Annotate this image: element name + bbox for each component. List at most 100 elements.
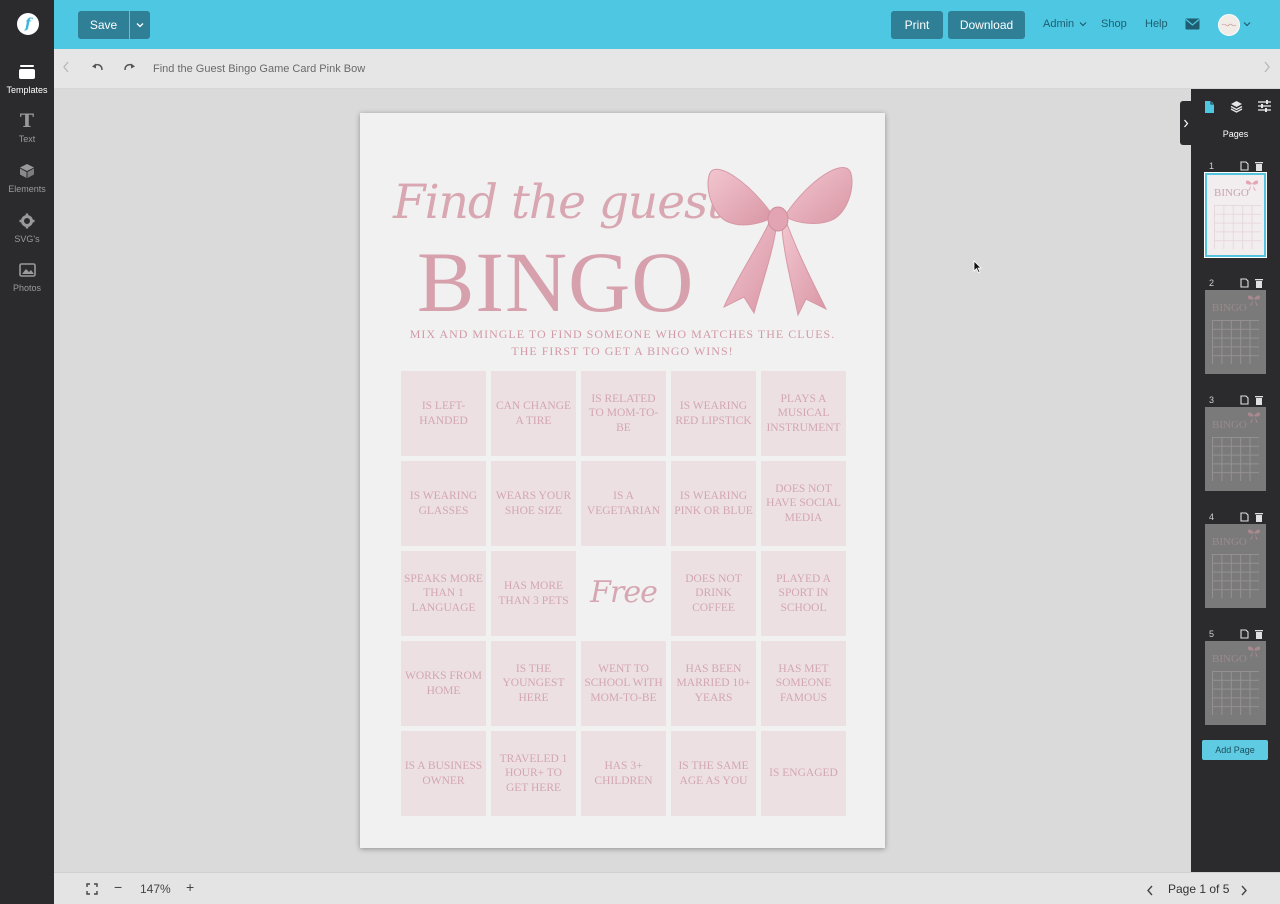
shop-link[interactable]: Shop	[1101, 18, 1127, 30]
sidebar-item-templates[interactable]: Templates	[0, 62, 54, 95]
help-link[interactable]: Help	[1145, 18, 1168, 30]
chevron-right-icon[interactable]	[1263, 61, 1271, 76]
save-options-button[interactable]	[130, 11, 150, 39]
save-button[interactable]: Save	[78, 11, 129, 39]
bingo-cell[interactable]: WORKS FROM HOME	[401, 641, 486, 726]
bingo-cell[interactable]: IS THE YOUNGEST HERE	[491, 641, 576, 726]
thumbnail-grid	[1212, 320, 1259, 364]
bingo-cell[interactable]: PLAYED A SPORT IN SCHOOL	[761, 551, 846, 636]
download-button[interactable]: Download	[948, 11, 1025, 39]
mouse-cursor-icon	[973, 260, 982, 273]
bingo-cell[interactable]: HAS MORE THAN 3 PETS	[491, 551, 576, 636]
bingo-cell[interactable]: WENT TO SCHOOL WITH MOM-TO-BE	[581, 641, 666, 726]
next-page-icon[interactable]	[1240, 883, 1248, 901]
subtitle-line-1[interactable]: MIX AND MINGLE TO FIND SOMEONE WHO MATCH…	[360, 327, 885, 342]
sidebar-item-label: SVG's	[14, 234, 40, 244]
bingo-cell[interactable]: WEARS YOUR SHOE SIZE	[491, 461, 576, 546]
design-page[interactable]: Find the guest BINGO MIX AND MINGLE TO F…	[360, 113, 885, 848]
sidebar-item-label: Templates	[6, 85, 48, 95]
bingo-cell[interactable]: HAS 3+ CHILDREN	[581, 731, 666, 816]
bingo-cell[interactable]: CAN CHANGE A TIRE	[491, 371, 576, 456]
bingo-cell[interactable]: IS THE SAME AGE AS YOU	[671, 731, 756, 816]
trash-icon[interactable]	[1254, 161, 1263, 171]
app-logo[interactable]: f	[17, 13, 39, 35]
mail-icon[interactable]	[1185, 17, 1200, 35]
bingo-cell[interactable]: SPEAKS MORE THAN 1 LANGUAGE	[401, 551, 486, 636]
undo-icon[interactable]	[91, 61, 104, 76]
panel-title: Pages	[1222, 129, 1249, 139]
avatar-image	[1221, 23, 1237, 27]
redo-icon[interactable]	[123, 61, 136, 76]
print-button[interactable]: Print	[891, 11, 943, 39]
thumbnail-grid	[1212, 671, 1259, 715]
thumbnail-title: BINGO	[1212, 536, 1247, 548]
bow-thumbnail-icon	[1245, 180, 1259, 191]
prev-page-icon[interactable]	[1146, 883, 1154, 901]
subtitle-line-2[interactable]: THE FIRST TO GET A BINGO WINS!	[360, 344, 885, 359]
sidebar-item-photos[interactable]: Photos	[0, 260, 54, 293]
bingo-cell[interactable]: TRAVELED 1 HOUR+ TO GET HERE	[491, 731, 576, 816]
bingo-cell[interactable]: DOES NOT HAVE SOCIAL MEDIA	[761, 461, 846, 546]
bingo-cell[interactable]: IS A VEGETARIAN	[581, 461, 666, 546]
bingo-cell[interactable]: PLAYS A MUSICAL INSTRUMENT	[761, 371, 846, 456]
trash-icon[interactable]	[1254, 278, 1263, 288]
page-thumbnail-4[interactable]: BINGO	[1205, 524, 1266, 608]
layers-icon[interactable]	[1230, 100, 1243, 113]
sidebar-item-elements[interactable]: Elements	[0, 161, 54, 194]
bingo-cell[interactable]: IS A BUSINESS OWNER	[401, 731, 486, 816]
duplicate-page-icon[interactable]	[1240, 278, 1249, 288]
duplicate-page-icon[interactable]	[1240, 395, 1249, 405]
panel-collapse-tab[interactable]	[1180, 101, 1191, 145]
sidebar-item-label: Elements	[8, 184, 46, 194]
page-thumbnail-1[interactable]: BINGO	[1204, 172, 1267, 258]
sidebar-item-text[interactable]: T Text	[0, 110, 54, 144]
page-number: 1	[1209, 161, 1215, 171]
bingo-cell[interactable]: IS WEARING GLASSES	[401, 461, 486, 546]
thumbnail-grid	[1212, 554, 1259, 598]
document-title[interactable]: Find the Guest Bingo Game Card Pink Bow	[153, 63, 365, 75]
user-avatar[interactable]	[1218, 14, 1240, 36]
page-thumbnail-5[interactable]: BINGO	[1205, 641, 1266, 725]
page-thumbnail-3[interactable]: BINGO	[1205, 407, 1266, 491]
duplicate-page-icon[interactable]	[1240, 629, 1249, 639]
add-page-button[interactable]: Add Page	[1202, 740, 1268, 760]
admin-menu[interactable]: Admin	[1043, 18, 1087, 30]
duplicate-page-icon[interactable]	[1240, 512, 1249, 522]
bingo-cell[interactable]: HAS BEEN MARRIED 10+ YEARS	[671, 641, 756, 726]
duplicate-page-icon[interactable]	[1240, 161, 1249, 171]
left-sidebar: f Templates T Text Elements SVG's Photos	[0, 0, 54, 904]
pages-icon[interactable]	[1203, 100, 1215, 114]
thumbnail-grid	[1214, 205, 1261, 249]
pages-panel: Pages 1 BINGO 2 BINGO 3 BINGO 4 BINGO 5 …	[1191, 89, 1280, 872]
bingo-cell[interactable]: IS ENGAGED	[761, 731, 846, 816]
script-title[interactable]: Find the guest	[393, 175, 726, 230]
design-canvas[interactable]: Find the guest BINGO MIX AND MINGLE TO F…	[54, 89, 1191, 872]
adjustments-icon[interactable]	[1258, 100, 1271, 112]
zoom-out-button[interactable]: −	[114, 879, 122, 895]
bingo-cell[interactable]: IS WEARING PINK OR BLUE	[671, 461, 756, 546]
bingo-grid: IS LEFT-HANDED CAN CHANGE A TIRE IS RELA…	[401, 371, 846, 816]
bingo-cell[interactable]: DOES NOT DRINK COFFEE	[671, 551, 756, 636]
fit-screen-icon[interactable]	[86, 882, 98, 900]
zoom-in-button[interactable]: +	[186, 879, 194, 895]
free-space-cell[interactable]: Free	[581, 551, 666, 636]
text-icon: T	[19, 110, 35, 132]
page-thumbnail-2[interactable]: BINGO	[1205, 290, 1266, 374]
pink-bow-image[interactable]	[706, 159, 854, 317]
trash-icon[interactable]	[1254, 629, 1263, 639]
thumbnail-title: BINGO	[1214, 187, 1249, 199]
bow-thumbnail-icon	[1247, 412, 1261, 423]
bingo-cell[interactable]: IS LEFT-HANDED	[401, 371, 486, 456]
thumbnail-title: BINGO	[1212, 419, 1247, 431]
bingo-cell[interactable]: IS WEARING RED LIPSTICK	[671, 371, 756, 456]
bingo-cell[interactable]: HAS MET SOMEONE FAMOUS	[761, 641, 846, 726]
chevron-down-icon[interactable]	[1243, 21, 1251, 27]
sidebar-item-svgs[interactable]: SVG's	[0, 211, 54, 244]
page-actions	[1240, 629, 1263, 641]
bingo-title[interactable]: BINGO	[417, 239, 694, 325]
chevron-left-icon[interactable]	[62, 61, 70, 76]
trash-icon[interactable]	[1254, 395, 1263, 405]
trash-icon[interactable]	[1254, 512, 1263, 522]
zoom-level[interactable]: 147%	[140, 882, 171, 896]
bingo-cell[interactable]: IS RELATED TO MOM-TO-BE	[581, 371, 666, 456]
